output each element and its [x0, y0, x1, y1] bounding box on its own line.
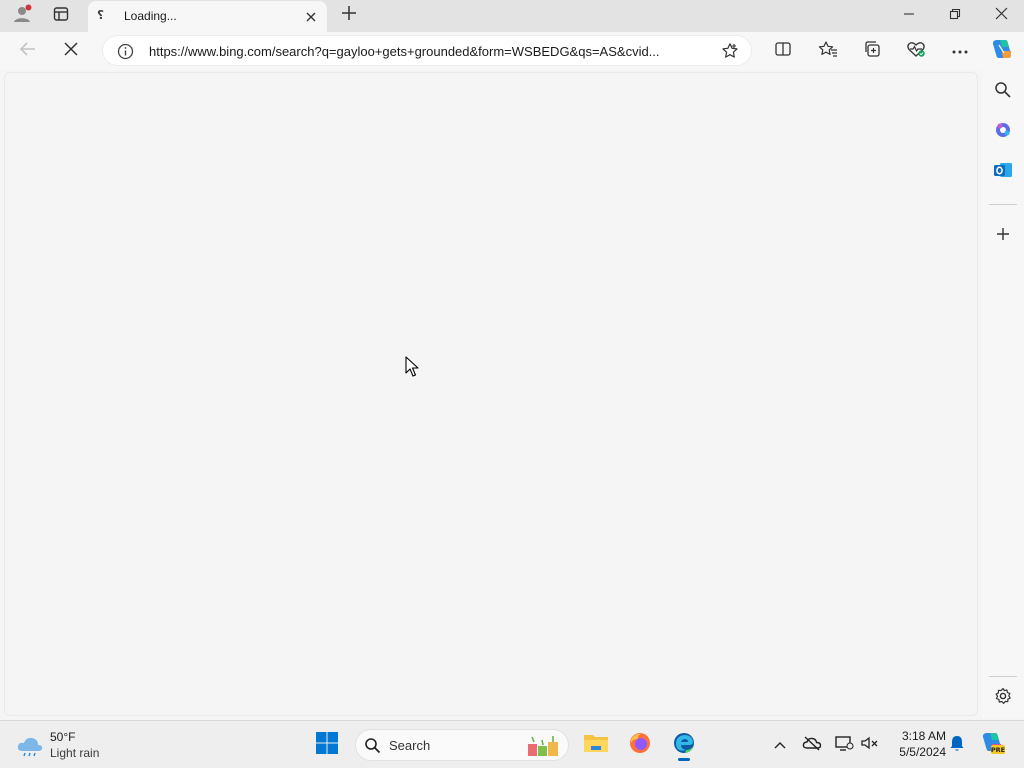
favorites-icon — [818, 40, 838, 63]
notification-bell-icon — [949, 734, 965, 757]
volume-icon — [860, 735, 880, 756]
onedrive-icon — [802, 735, 822, 756]
profile-icon — [11, 3, 33, 30]
copilot-icon — [990, 37, 1014, 66]
weather-temperature: 50°F — [50, 730, 76, 744]
copilot-button[interactable] — [988, 37, 1016, 65]
profile-button[interactable] — [8, 0, 36, 32]
address-url[interactable]: https://www.bing.com/search?q=gayloo+get… — [149, 44, 714, 59]
edge-icon — [672, 731, 696, 760]
sidebar-search-button[interactable] — [991, 80, 1015, 104]
copilot-pre-button[interactable]: PRE — [980, 731, 1006, 760]
sidebar-divider-bottom — [989, 676, 1017, 677]
collections-icon — [863, 40, 881, 63]
window-close-button[interactable] — [982, 0, 1020, 32]
file-explorer-button[interactable] — [578, 727, 614, 763]
page-content — [4, 72, 978, 716]
windows-start-icon — [315, 731, 339, 760]
tab-actions-icon — [53, 6, 69, 27]
cloud-rain-icon — [16, 734, 44, 763]
sidebar-divider — [989, 204, 1017, 205]
edge-button[interactable] — [666, 727, 702, 763]
split-screen-button[interactable] — [769, 37, 797, 65]
tab-close-icon[interactable] — [303, 9, 319, 25]
network-icon — [834, 735, 854, 756]
back-button[interactable] — [14, 37, 42, 65]
taskbar-search-label: Search — [389, 738, 431, 753]
stop-loading-button[interactable] — [57, 37, 85, 65]
more-icon — [951, 42, 969, 60]
favorite-star-icon[interactable] — [721, 42, 739, 65]
system-clock[interactable]: 3:18 AM 5/5/2024 — [890, 728, 946, 760]
split-screen-icon — [774, 40, 792, 63]
clock-date: 5/5/2024 — [899, 745, 946, 759]
browser-essentials-button[interactable] — [902, 37, 930, 65]
browser-essentials-icon — [906, 40, 926, 63]
taskbar: 50°F Light rain Search 3:18 AM 5/5/2024 — [0, 720, 1024, 768]
sidebar-add-button[interactable] — [991, 224, 1015, 248]
mouse-cursor-icon — [405, 356, 419, 383]
network-button[interactable] — [833, 733, 855, 757]
firefox-icon — [628, 731, 652, 760]
onedrive-button[interactable] — [801, 733, 823, 757]
clock-time: 3:18 AM — [901, 729, 946, 743]
settings-icon — [994, 687, 1012, 710]
search-highlight-icon — [526, 734, 562, 763]
tab-title: Loading... — [124, 9, 177, 23]
site-info-icon[interactable] — [117, 43, 134, 65]
sidebar — [982, 70, 1024, 718]
title-bar: ⸮ Loading... — [0, 0, 1024, 32]
new-tab-button[interactable] — [338, 4, 360, 26]
sidebar-outlook-button[interactable] — [991, 160, 1015, 184]
volume-button[interactable] — [859, 733, 881, 757]
firefox-button[interactable] — [622, 727, 658, 763]
sidebar-copilot-apps-button[interactable] — [991, 120, 1015, 144]
copilot-pre-icon: PRE — [980, 731, 1006, 760]
weather-widget[interactable]: 50°F Light rain — [16, 729, 126, 763]
outlook-icon — [993, 161, 1013, 184]
sidebar-settings-button[interactable] — [991, 686, 1015, 710]
show-hidden-icons-button[interactable] — [769, 733, 791, 757]
svg-text:PRE: PRE — [991, 746, 1005, 754]
tab-actions-button[interactable] — [47, 0, 75, 32]
active-tab[interactable]: ⸮ Loading... — [88, 1, 327, 32]
loading-spinner-icon: ⸮ — [97, 8, 104, 22]
back-icon — [19, 40, 37, 63]
restore-button[interactable] — [936, 0, 974, 32]
minimize-icon — [903, 7, 915, 25]
restore-icon — [949, 7, 961, 25]
window-close-icon — [995, 7, 1008, 25]
chevron-up-icon — [774, 736, 786, 754]
stop-loading-icon — [63, 41, 79, 62]
address-bar[interactable]: https://www.bing.com/search?q=gayloo+get… — [102, 35, 752, 66]
start-button[interactable] — [309, 727, 345, 763]
file-explorer-icon — [583, 732, 609, 759]
notification-button[interactable] — [946, 733, 968, 757]
copilot-apps-icon — [994, 121, 1012, 144]
search-icon — [994, 81, 1012, 104]
weather-description: Light rain — [50, 746, 100, 760]
minimize-button[interactable] — [890, 0, 928, 32]
edge-active-indicator — [678, 758, 690, 761]
collections-button[interactable] — [858, 37, 886, 65]
add-icon — [995, 226, 1011, 247]
new-tab-icon — [341, 5, 357, 26]
taskbar-search[interactable]: Search — [355, 729, 569, 761]
more-button[interactable] — [946, 37, 974, 65]
favorites-button[interactable] — [814, 37, 842, 65]
navigation-bar: https://www.bing.com/search?q=gayloo+get… — [0, 32, 1024, 70]
taskbar-search-icon — [364, 737, 381, 759]
